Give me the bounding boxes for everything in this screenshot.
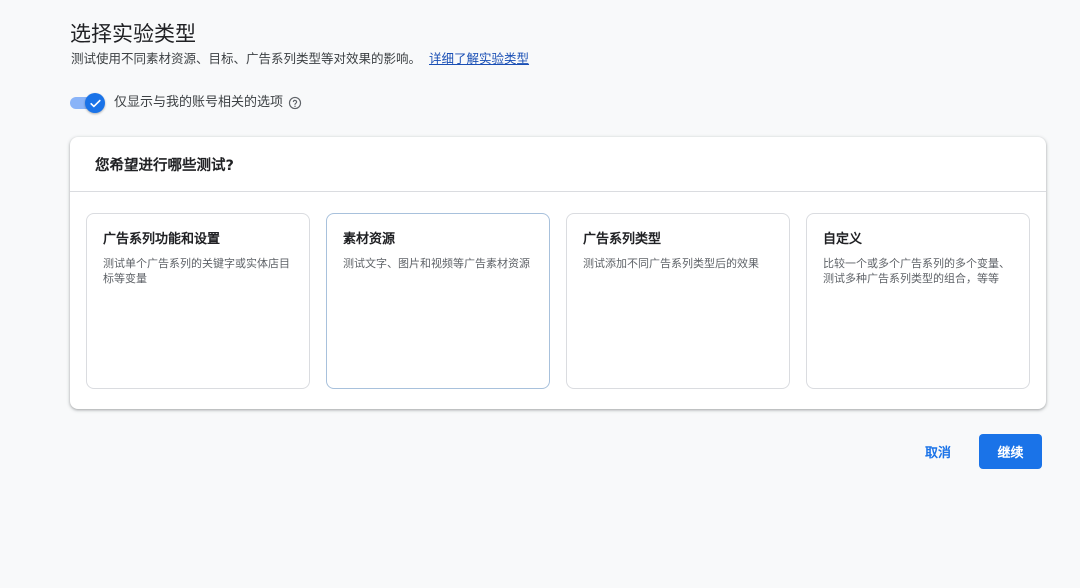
- option-assets[interactable]: 素材资源 测试文字、图片和视频等广告素材资源: [326, 213, 550, 389]
- relevant-options-toggle-row: 仅显示与我的账号相关的选项: [70, 92, 302, 114]
- toggle-label: 仅显示与我的账号相关的选项: [114, 95, 284, 110]
- page-title: 选择实验类型: [70, 22, 196, 46]
- option-description: 测试单个广告系列的关键字或实体店目标等变量: [103, 257, 290, 285]
- experiment-options: 广告系列功能和设置 测试单个广告系列的关键字或实体店目标等变量 素材资源 测试文…: [86, 213, 1030, 389]
- option-title: 广告系列功能和设置: [103, 232, 221, 247]
- option-description: 测试文字、图片和视频等广告素材资源: [343, 257, 530, 270]
- option-description: 比较一个或多个广告系列的多个变量、测试多种广告系列类型的组合，等等: [823, 257, 1010, 285]
- continue-button[interactable]: 继续: [979, 434, 1042, 469]
- card-header: 您希望进行哪些测试?: [70, 137, 1046, 192]
- experiment-type-page: 选择实验类型 测试使用不同素材资源、目标、广告系列类型等对效果的影响。 详细了解实…: [0, 0, 1080, 588]
- option-description: 测试添加不同广告系列类型后的效果: [583, 257, 759, 270]
- experiment-type-card: 您希望进行哪些测试? 广告系列功能和设置 测试单个广告系列的关键字或实体店目标等…: [70, 137, 1046, 409]
- option-title: 素材资源: [343, 232, 396, 247]
- check-icon: [89, 99, 101, 107]
- card-title: 您希望进行哪些测试?: [95, 157, 234, 174]
- dialog-actions: 取消 继续: [913, 434, 1042, 469]
- learn-more-link[interactable]: 详细了解实验类型: [429, 51, 529, 66]
- subtitle-text: 测试使用不同素材资源、目标、广告系列类型等对效果的影响。: [71, 51, 422, 66]
- help-circle-icon[interactable]: [288, 96, 302, 110]
- relevant-options-toggle[interactable]: [70, 92, 106, 114]
- option-campaign-type[interactable]: 广告系列类型 测试添加不同广告系列类型后的效果: [566, 213, 790, 389]
- option-title: 广告系列类型: [583, 232, 662, 247]
- option-custom[interactable]: 自定义 比较一个或多个广告系列的多个变量、测试多种广告系列类型的组合，等等: [806, 213, 1030, 389]
- option-campaign-settings[interactable]: 广告系列功能和设置 测试单个广告系列的关键字或实体店目标等变量: [86, 213, 310, 389]
- page-subtitle: 测试使用不同素材资源、目标、广告系列类型等对效果的影响。 详细了解实验类型: [71, 50, 529, 68]
- option-title: 自定义: [823, 232, 863, 247]
- cancel-button[interactable]: 取消: [913, 434, 963, 469]
- toggle-knob: [85, 93, 105, 113]
